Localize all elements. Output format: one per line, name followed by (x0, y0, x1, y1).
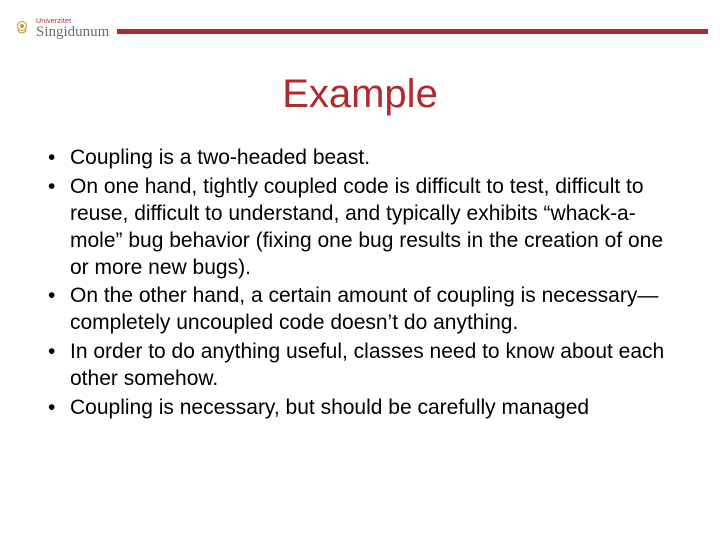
logo: Univerzitet Singidunum (12, 18, 109, 40)
university-logo-icon (12, 19, 32, 39)
bullet-list: Coupling is a two-headed beast. On one h… (40, 145, 680, 422)
list-item: On one hand, tightly coupled code is dif… (40, 174, 680, 282)
list-item: In order to do anything useful, classes … (40, 339, 680, 393)
list-item: Coupling is a two-headed beast. (40, 145, 680, 172)
logo-name: Singidunum (36, 25, 109, 40)
logo-text: Univerzitet Singidunum (36, 18, 109, 40)
slide-content: Coupling is a two-headed beast. On one h… (0, 145, 720, 422)
list-item: On the other hand, a certain amount of c… (40, 283, 680, 337)
slide-header: Univerzitet Singidunum (0, 0, 720, 50)
header-rule (117, 29, 708, 34)
slide-title: Example (0, 72, 720, 117)
list-item: Coupling is necessary, but should be car… (40, 395, 680, 422)
